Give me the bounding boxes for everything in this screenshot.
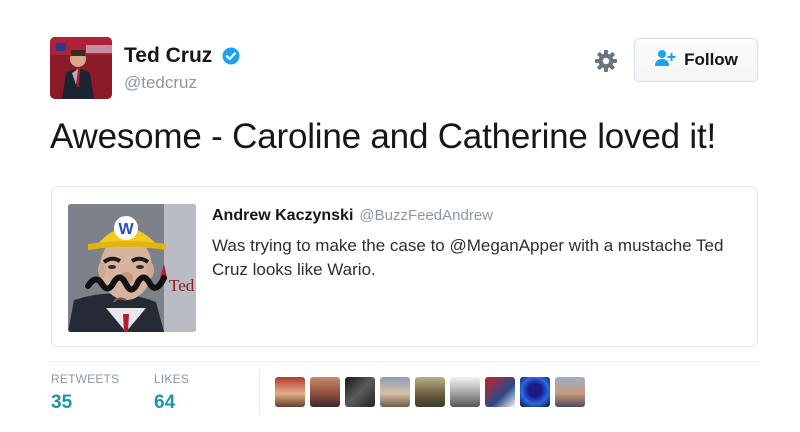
likes-stat[interactable]: LIKES 64	[154, 372, 189, 414]
liker-avatar[interactable]	[275, 377, 305, 407]
retweets-stat[interactable]: RETWEETS 35	[51, 372, 119, 414]
retweets-count: 35	[51, 392, 73, 413]
follow-button[interactable]: Follow	[634, 38, 758, 82]
likes-label: LIKES	[154, 372, 190, 386]
person-add-icon	[654, 49, 676, 72]
wario-edited-photo[interactable]: Ted W	[68, 204, 196, 332]
likers-avatars	[275, 377, 585, 407]
liker-avatar[interactable]	[345, 377, 375, 407]
stats-separator	[259, 371, 260, 413]
author-handle[interactable]: @tedcruz	[124, 73, 197, 93]
stats-top-divider	[50, 361, 758, 362]
liker-avatar[interactable]	[520, 377, 550, 407]
quoted-tweet-text: Was trying to make the case to @MeganApp…	[212, 236, 724, 279]
author-display-name[interactable]: Ted Cruz	[124, 44, 212, 68]
liker-avatar[interactable]	[555, 377, 585, 407]
liker-avatar[interactable]	[450, 377, 480, 407]
liker-avatar[interactable]	[415, 377, 445, 407]
liker-avatar[interactable]	[310, 377, 340, 407]
retweets-label: RETWEETS	[51, 372, 120, 386]
gear-icon[interactable]	[594, 49, 618, 73]
likes-count: 64	[154, 392, 176, 413]
quoted-handle: @BuzzFeedAndrew	[359, 207, 494, 224]
liker-avatar[interactable]	[380, 377, 410, 407]
quoted-tweet-card[interactable]: Ted W Andrew Kaczynski @BuzzFeedAndrew Wa…	[51, 186, 758, 347]
photo-caption-fragment: Ted	[169, 276, 195, 295]
follow-button-label: Follow	[684, 50, 738, 69]
verified-badge-icon	[222, 47, 240, 65]
author-name-block: Ted Cruz	[124, 44, 240, 68]
quoted-display-name: Andrew Kaczynski	[212, 207, 354, 224]
quoted-author[interactable]: Andrew Kaczynski @BuzzFeedAndrew	[212, 207, 493, 225]
avatar-photo-icon	[50, 37, 112, 99]
author-avatar[interactable]	[50, 37, 112, 99]
liker-avatar[interactable]	[485, 377, 515, 407]
tweet-text: Awesome - Caroline and Catherine loved i…	[50, 117, 717, 156]
hat-letter: W	[118, 221, 134, 238]
